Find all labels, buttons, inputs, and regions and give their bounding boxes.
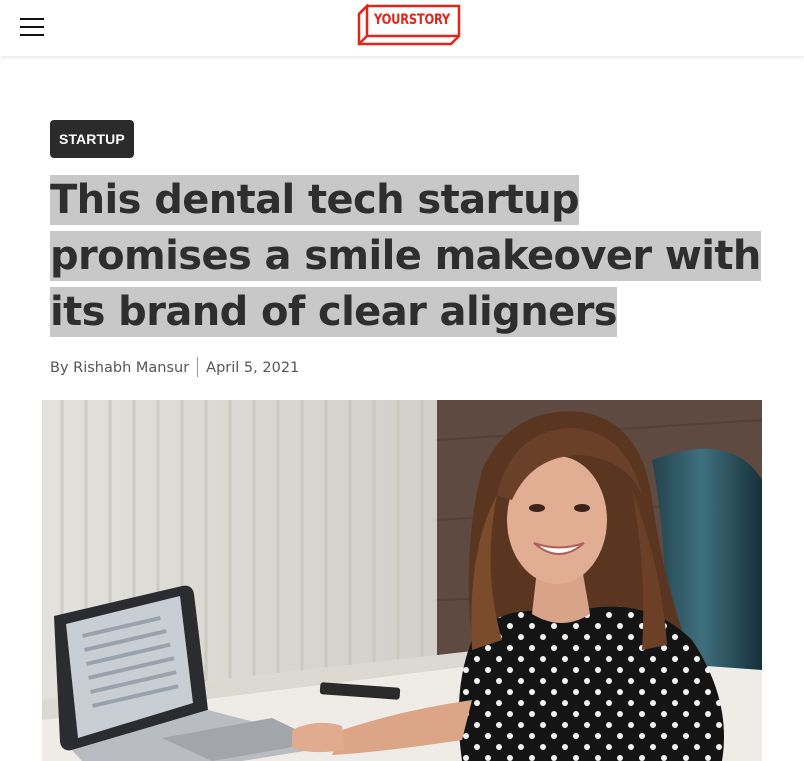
byline-divider bbox=[197, 357, 199, 377]
article-title: This dental tech startup promises a smil… bbox=[50, 172, 770, 340]
smiling-woman-at-laptop-photo bbox=[42, 400, 762, 761]
menu-line bbox=[20, 18, 44, 20]
author-name[interactable]: By Rishabh Mansur bbox=[50, 360, 189, 376]
article-byline: By Rishabh Mansur April 5, 2021 bbox=[50, 357, 299, 379]
hamburger-menu-icon[interactable] bbox=[20, 17, 44, 37]
hero-image bbox=[42, 400, 762, 761]
top-navigation-bar: YOURSTORY bbox=[0, 0, 804, 56]
menu-line bbox=[20, 34, 44, 36]
menu-line bbox=[20, 26, 44, 28]
article-title-text: This dental tech startup promises a smil… bbox=[50, 175, 761, 337]
yourstory-logo[interactable]: YOURSTORY bbox=[357, 4, 461, 46]
logo-wordmark: YOURSTORY bbox=[374, 12, 451, 28]
publish-date: April 5, 2021 bbox=[206, 360, 300, 376]
category-tag[interactable]: STARTUP bbox=[50, 120, 134, 158]
